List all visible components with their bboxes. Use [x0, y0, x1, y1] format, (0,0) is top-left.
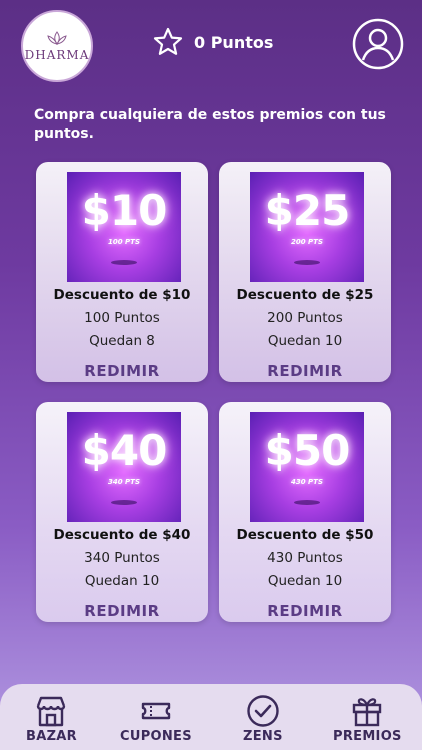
reward-cost: 430 Puntos: [267, 550, 343, 566]
points-label: 0 Puntos: [194, 32, 274, 52]
reward-image: $10 100 PTS: [67, 172, 181, 282]
reward-title: Descuento de $40: [53, 527, 191, 543]
reward-image: $25 200 PTS: [250, 172, 364, 282]
reward-remaining: Quedan 10: [267, 573, 343, 589]
nav-label: PREMIOS: [333, 729, 402, 744]
reward-card[interactable]: $50 430 PTS Descuento de $50 430 Puntos …: [219, 402, 391, 622]
intro-text: Compra cualquiera de estos premios con t…: [34, 107, 386, 142]
points-display: 0 Puntos: [152, 26, 273, 58]
logo-text: DHARMA: [24, 48, 90, 62]
lotus-icon: [47, 31, 67, 45]
reward-cost: 200 Puntos: [267, 310, 343, 326]
reward-cost: 340 Puntos: [84, 550, 160, 566]
reward-card[interactable]: $40 340 PTS Descuento de $40 340 Puntos …: [36, 402, 208, 622]
reward-remaining: Quedan 8: [89, 333, 155, 349]
redeem-button[interactable]: REDIMIR: [36, 602, 208, 620]
reward-image: $50 430 PTS: [250, 412, 364, 522]
reward-image-points: 430 PTS: [291, 478, 323, 486]
nav-item-bazar[interactable]: BAZAR: [26, 694, 77, 744]
gift-icon: [353, 698, 382, 727]
star-icon: [153, 27, 183, 55]
pedestal-shadow: [111, 260, 137, 265]
reward-image-amount: $50: [264, 426, 351, 475]
reward-title: Descuento de $25: [236, 287, 374, 303]
reward-image-amount: $40: [81, 426, 168, 475]
bottom-nav: BAZAR CUPONES ZENS PREMIOS: [0, 684, 422, 750]
dharma-logo[interactable]: DHARMA: [21, 10, 93, 82]
nav-label: CUPONES: [120, 729, 192, 744]
reward-card[interactable]: $10 100 PTS Descuento de $10 100 Puntos …: [36, 162, 208, 382]
nav-label: BAZAR: [26, 729, 77, 744]
pedestal-shadow: [294, 500, 320, 505]
reward-cost: 100 Puntos: [84, 310, 160, 326]
nav-item-zens[interactable]: ZENS: [243, 694, 283, 744]
reward-image-points: 100 PTS: [108, 238, 140, 246]
reward-title: Descuento de $50: [236, 527, 374, 543]
reward-remaining: Quedan 10: [84, 573, 160, 589]
redeem-button[interactable]: REDIMIR: [219, 602, 391, 620]
pedestal-shadow: [111, 500, 137, 505]
check-circle-icon: [247, 695, 279, 727]
reward-remaining: Quedan 10: [267, 333, 343, 349]
redeem-button[interactable]: REDIMIR: [219, 362, 391, 380]
pedestal-shadow: [294, 260, 320, 265]
store-icon: [37, 696, 66, 727]
nav-item-cupones[interactable]: CUPONES: [120, 694, 192, 744]
header: DHARMA 0 Puntos: [0, 0, 422, 90]
redeem-button[interactable]: REDIMIR: [36, 362, 208, 380]
reward-card[interactable]: $25 200 PTS Descuento de $25 200 Puntos …: [219, 162, 391, 382]
reward-image-points: 340 PTS: [108, 478, 140, 486]
reward-image-amount: $25: [264, 186, 351, 235]
nav-item-premios[interactable]: PREMIOS: [333, 694, 402, 744]
reward-title: Descuento de $10: [53, 287, 191, 303]
nav-label: ZENS: [243, 729, 283, 744]
reward-image: $40 340 PTS: [67, 412, 181, 522]
ticket-icon: [141, 702, 171, 720]
profile-icon[interactable]: [352, 18, 404, 70]
reward-image-amount: $10: [81, 186, 168, 235]
reward-image-points: 200 PTS: [291, 238, 323, 246]
